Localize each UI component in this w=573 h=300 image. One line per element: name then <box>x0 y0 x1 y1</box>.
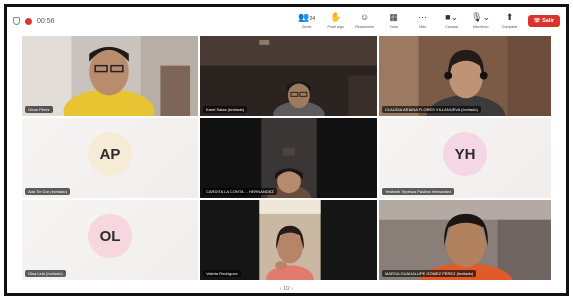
participant-tile[interactable]: Valeria Rodríguez <box>199 199 378 281</box>
participant-name: CLAUDIA ARIANA FLORES VILLANUEVA (Invita… <box>382 106 481 113</box>
meeting-window: 00:56 👥24 Gente ✋ Pedir algo ☺ Reaccione… <box>4 4 569 296</box>
meeting-info: 00:56 <box>13 17 55 25</box>
mic-button[interactable]: 🎙⌄ Micrófono <box>470 12 492 30</box>
video-feed <box>200 200 377 280</box>
participant-grid: Omar Pérez Karel Salas (Invitado) CLAUDI… <box>21 35 552 281</box>
share-button[interactable]: ⬆ Compartir <box>499 12 521 30</box>
raise-hand-button[interactable]: ✋ Pedir algo <box>325 12 347 30</box>
more-button[interactable]: ⋯ Más <box>412 12 434 30</box>
video-feed <box>200 36 377 116</box>
grid-pager[interactable]: ‹ 1/2 › <box>7 286 566 292</box>
participant-tile[interactable]: AP Ada Tie Dar (Invitado) <box>21 117 199 199</box>
reaction-icon: ☺ <box>360 12 370 22</box>
more-icon: ⋯ <box>418 12 428 22</box>
participant-tile[interactable]: Karel Salas (Invitado) <box>199 35 378 117</box>
phone-icon: ☏ <box>533 18 541 24</box>
avatar: YH <box>443 132 487 176</box>
avatar: OL <box>88 214 132 258</box>
recording-icon <box>25 17 32 25</box>
page-indicator: 1/2 <box>283 286 290 292</box>
participant-name: Ada Tie Dar (Invitado) <box>25 188 70 195</box>
meeting-toolbar: 00:56 👥24 Gente ✋ Pedir algo ☺ Reaccione… <box>7 7 566 35</box>
participant-name: Karel Salas (Invitado) <box>203 106 248 113</box>
participant-tile[interactable]: MARGA GUADALUPE GÓMEZ PÉREZ (Invitado) <box>378 199 552 281</box>
participant-name: Olsa Lela (Invitado) <box>25 270 66 277</box>
chevron-right-icon[interactable]: › <box>291 286 293 292</box>
avatar: AP <box>88 132 132 176</box>
participant-name: MARGA GUADALUPE GÓMEZ PÉREZ (Invitado) <box>382 270 477 277</box>
participant-tile[interactable]: CARDITA LA CONTA ... HERNANDEZ <box>199 117 378 199</box>
participant-tile[interactable]: Omar Pérez <box>21 35 199 117</box>
raise-hand-icon: ✋ <box>330 12 342 22</box>
participant-name: CARDITA LA CONTA ... HERNANDEZ <box>203 188 277 195</box>
leave-button[interactable]: ☏ Salir <box>527 15 560 27</box>
people-icon: 👥24 <box>298 12 316 23</box>
participant-tile[interactable]: CLAUDIA ARIANA FLORES VILLANUEVA (Invita… <box>378 35 552 117</box>
mic-icon: 🎙⌄ <box>471 12 491 22</box>
view-button[interactable]: ▦ Vista <box>383 12 405 30</box>
video-feed <box>379 200 551 280</box>
participant-tile[interactable]: OL Olsa Lela (Invitado) <box>21 199 199 281</box>
chevron-left-icon[interactable]: ‹ <box>280 286 282 292</box>
video-feed <box>379 36 551 116</box>
people-button[interactable]: 👥24 Gente <box>296 12 318 30</box>
camera-button[interactable]: ■⌄ Cámara <box>441 12 463 30</box>
participant-name: Omar Pérez <box>25 106 53 113</box>
participant-name: Yesibeth Tepesca Paulina Hernandez <box>382 188 455 195</box>
share-icon: ⬆ <box>505 12 514 22</box>
video-feed <box>200 118 377 198</box>
video-feed <box>22 36 198 116</box>
view-icon: ▦ <box>389 12 398 22</box>
participant-tile[interactable]: YH Yesibeth Tepesca Paulina Hernandez <box>378 117 552 199</box>
participant-name: Valeria Rodríguez <box>203 270 241 277</box>
shield-icon[interactable] <box>13 17 20 25</box>
reactions-button[interactable]: ☺ Reacciones <box>354 12 376 30</box>
camera-icon: ■⌄ <box>445 12 459 22</box>
meeting-timer: 00:56 <box>37 17 55 25</box>
